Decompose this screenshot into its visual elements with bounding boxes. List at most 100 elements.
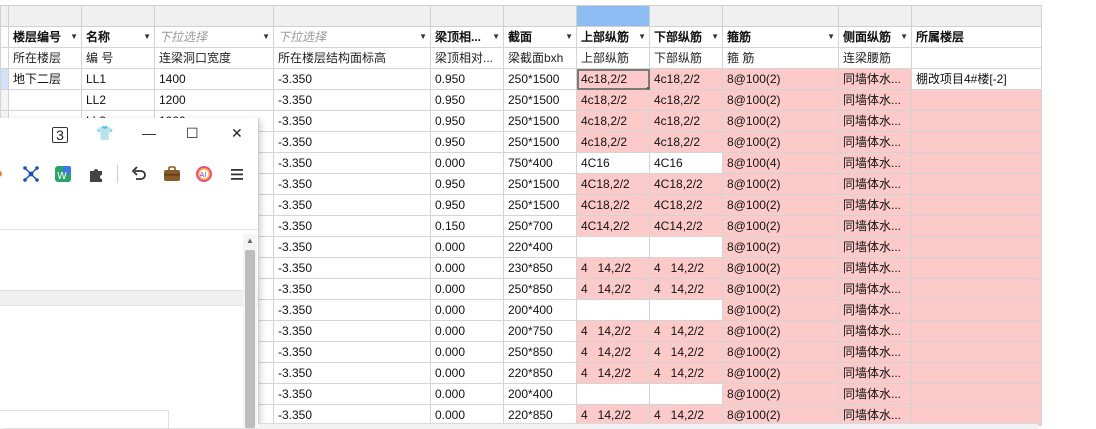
table-cell[interactable]: -3.350	[273, 173, 431, 195]
table-cell[interactable]	[911, 89, 1042, 111]
table-cell[interactable]: 250*1500	[503, 68, 577, 90]
table-cell[interactable]: -3.350	[273, 89, 431, 111]
table-cell[interactable]: 250*1500	[503, 89, 577, 111]
table-cell[interactable]: 4c18,2/2	[576, 110, 650, 132]
column-header[interactable]: 侧面纵筋 ▼	[838, 26, 912, 48]
table-cell[interactable]: 同墙体水...	[838, 194, 912, 216]
table-cell[interactable]	[911, 215, 1042, 237]
column-letter-cell[interactable]	[81, 5, 155, 27]
table-cell[interactable]: 1200	[154, 89, 274, 111]
table-cell[interactable]: 250*850	[503, 278, 577, 300]
row-number[interactable]	[0, 68, 9, 90]
column-letter-cell[interactable]	[8, 5, 82, 27]
table-cell[interactable]: 1400	[154, 68, 274, 90]
table-cell[interactable]: 同墙体水...	[838, 173, 912, 195]
table-cell[interactable]: LL2	[81, 89, 155, 111]
row-number[interactable]	[0, 26, 9, 48]
table-cell[interactable]: 8@100(4)	[722, 152, 839, 174]
table-cell[interactable]: 4 14,2/2	[649, 320, 723, 342]
column-letter-cell[interactable]	[430, 5, 504, 27]
table-cell[interactable]: 地下二层	[8, 68, 82, 90]
table-cell[interactable]: 4C18,2/2	[649, 194, 723, 216]
table-cell[interactable]: -3.350	[273, 278, 431, 300]
table-cell[interactable]: -3.350	[273, 362, 431, 384]
table-cell[interactable]: 0.150	[430, 215, 504, 237]
table-cell[interactable]	[576, 299, 650, 321]
table-cell[interactable]: 4C16	[649, 152, 723, 174]
table-cell[interactable]: 同墙体水...	[838, 320, 912, 342]
table-cell[interactable]	[576, 236, 650, 258]
table-cell[interactable]: 4C18,2/2	[649, 173, 723, 195]
fill-handle[interactable]	[647, 87, 649, 89]
table-cell[interactable]: 同墙体水...	[838, 68, 912, 90]
table-cell[interactable]	[911, 131, 1042, 153]
table-cell[interactable]: 200*400	[503, 299, 577, 321]
tab-count-icon[interactable]: 3	[52, 127, 68, 143]
table-cell[interactable]: 4c18,2/2	[649, 131, 723, 153]
undo-icon[interactable]	[130, 165, 148, 183]
table-cell[interactable]: 8@100(2)	[722, 131, 839, 153]
table-cell[interactable]: -3.350	[273, 320, 431, 342]
column-header[interactable]: 梁顶相... ▼	[430, 26, 504, 48]
table-cell[interactable]: 0.950	[430, 68, 504, 90]
table-cell[interactable]	[8, 89, 82, 111]
menu-icon[interactable]	[228, 165, 246, 183]
table-cell[interactable]: -3.350	[273, 257, 431, 279]
table-cell[interactable]: 8@100(2)	[722, 257, 839, 279]
table-cell[interactable]: 同墙体水...	[838, 131, 912, 153]
ai-icon[interactable]: AI	[195, 165, 213, 183]
column-letter-cell[interactable]	[503, 5, 577, 27]
table-cell[interactable]: 4c18,2/2	[576, 89, 650, 111]
table-cell[interactable]: 0.000	[430, 341, 504, 363]
table-cell[interactable]: 0.950	[430, 110, 504, 132]
table-cell[interactable]	[911, 278, 1042, 300]
table-cell[interactable]	[911, 236, 1042, 258]
column-header[interactable]: 下部纵筋 ▼	[649, 26, 723, 48]
table-cell[interactable]	[649, 236, 723, 258]
table-cell[interactable]: 0.000	[430, 299, 504, 321]
column-letter-cell[interactable]	[911, 5, 1042, 27]
table-cell[interactable]: 4C14,2/2	[576, 215, 650, 237]
table-cell[interactable]	[576, 383, 650, 405]
sub-header-cell[interactable]	[911, 47, 1042, 69]
column-letter-cell[interactable]	[273, 5, 431, 27]
table-cell[interactable]: 8@100(2)	[722, 341, 839, 363]
table-cell[interactable]: -3.350	[273, 383, 431, 405]
table-cell[interactable]: 8@100(2)	[722, 278, 839, 300]
maximize-icon[interactable]: ☐	[186, 125, 199, 142]
table-cell[interactable]: 8@100(2)	[722, 215, 839, 237]
table-cell[interactable]: 同墙体水...	[838, 215, 912, 237]
table-cell[interactable]: -3.350	[273, 194, 431, 216]
table-cell[interactable]	[649, 383, 723, 405]
horizontal-scrollbar[interactable]	[258, 423, 1038, 429]
table-cell[interactable]: 8@100(2)	[722, 110, 839, 132]
table-cell[interactable]: 8@100(2)	[722, 362, 839, 384]
table-cell[interactable]: 同墙体水...	[838, 110, 912, 132]
close-icon[interactable]: ✕	[231, 125, 243, 142]
column-header[interactable]: 箍筋 ▼	[722, 26, 839, 48]
table-cell[interactable]: 8@100(2)	[722, 236, 839, 258]
table-cell[interactable]: 250*1500	[503, 173, 577, 195]
table-cell[interactable]: 同墙体水...	[838, 299, 912, 321]
column-header[interactable]: 下拉选择 ▼	[273, 26, 431, 48]
table-cell[interactable]	[911, 152, 1042, 174]
column-header[interactable]: 楼层编号 ▼	[8, 26, 82, 48]
table-cell[interactable]: 250*1500	[503, 110, 577, 132]
row-number[interactable]	[0, 47, 9, 69]
briefcase-icon[interactable]	[163, 165, 181, 183]
table-cell[interactable]: -3.350	[273, 341, 431, 363]
table-cell[interactable]: 4 14,2/2	[576, 278, 650, 300]
sub-header-cell[interactable]: 梁顶相对...	[430, 47, 504, 69]
scroll-up-icon[interactable]: ▲	[246, 236, 254, 245]
filter-dropdown-icon[interactable]: ▼	[143, 28, 151, 47]
table-cell[interactable]: 8@100(2)	[722, 383, 839, 405]
column-header[interactable]: 名称 ▼	[81, 26, 155, 48]
table-cell[interactable]: 0.000	[430, 257, 504, 279]
sub-header-cell[interactable]: 箍 筋	[722, 47, 839, 69]
table-cell[interactable]: 同墙体水...	[838, 152, 912, 174]
filter-dropdown-icon[interactable]: ▼	[827, 28, 835, 47]
table-cell[interactable]: 4C18,2/2	[576, 173, 650, 195]
sub-header-cell[interactable]: 所在楼层	[8, 47, 82, 69]
filter-dropdown-icon[interactable]: ▼	[419, 28, 427, 47]
sub-header-cell[interactable]: 下部纵筋	[649, 47, 723, 69]
